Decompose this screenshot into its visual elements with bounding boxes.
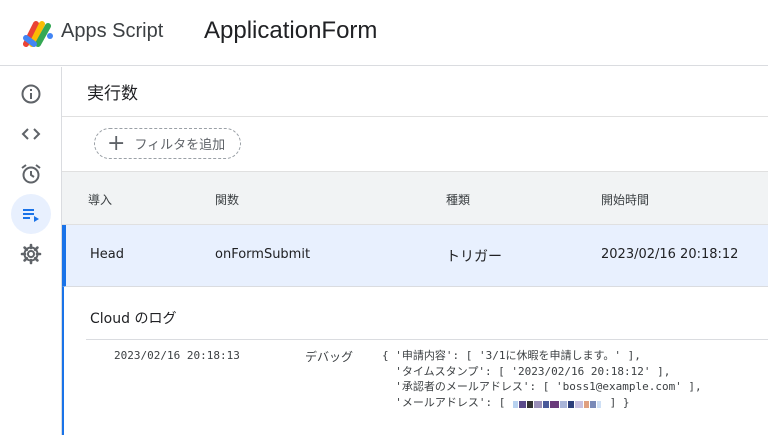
log-line-head: 'メールアドレス': [ [382, 395, 512, 409]
cell-type: トリガー [446, 249, 502, 265]
log-line: { '申請内容': [ '3/1に休暇を申請します。' ], [382, 349, 641, 362]
sidebar-item-overview[interactable] [11, 74, 51, 114]
app-header: Apps Script ApplicationForm [0, 0, 768, 66]
table-row[interactable]: Head onFormSubmit トリガー 2023/02/16 20:18:… [62, 225, 768, 287]
code-icon [21, 128, 41, 140]
log-level: デバッグ [305, 350, 354, 364]
executions-panel: 実行数 + フィルタを追加 導入 関数 種類 開始時間 Head onFormS… [62, 67, 768, 435]
sidebar [0, 67, 62, 435]
cell-deployment: Head [90, 247, 124, 262]
cloud-logs-label: Cloud のログ [90, 311, 177, 327]
log-line-tail: ] } [602, 395, 630, 409]
sidebar-item-settings[interactable] [11, 234, 51, 274]
page-title: 実行数 [87, 84, 138, 104]
sidebar-item-executions[interactable] [11, 194, 51, 234]
column-header-start-time[interactable]: 開始時間 [601, 191, 649, 208]
table-header: 導入 関数 種類 開始時間 [62, 171, 768, 225]
apps-script-logo-icon[interactable] [22, 18, 56, 48]
cell-function: onFormSubmit [215, 247, 311, 262]
log-line: '承認者のメールアドレス': [ 'boss1@example.com' ], [382, 380, 702, 393]
gear-icon [20, 243, 42, 265]
info-icon [21, 84, 41, 104]
app-name[interactable]: Apps Script [61, 20, 163, 43]
executions-list-icon [23, 209, 39, 222]
cell-start-time: 2023/02/16 20:18:12 [601, 247, 739, 262]
log-line: 'メールアドレス': [ ] } [382, 395, 702, 411]
log-line: 'タイムスタンプ': [ '2023/02/16 20:18:12' ], [382, 364, 671, 378]
execution-detail: Cloud のログ 2023/02/16 20:18:13 デバッグ { '申請… [62, 287, 768, 435]
column-header-function[interactable]: 関数 [215, 191, 239, 208]
column-header-deployment[interactable]: 導入 [88, 191, 112, 208]
divider [86, 339, 768, 340]
log-timestamp: 2023/02/16 20:18:13 [114, 349, 240, 362]
plus-icon: + [107, 130, 126, 156]
add-filter-button[interactable]: + フィルタを追加 [94, 128, 241, 159]
add-filter-label: フィルタを追加 [134, 138, 226, 153]
alarm-clock-icon [21, 164, 41, 184]
sidebar-item-editor[interactable] [11, 114, 51, 154]
project-name[interactable]: ApplicationForm [204, 17, 377, 45]
redacted-email-pixelation [512, 397, 602, 409]
divider [62, 116, 768, 117]
log-message[interactable]: { '申請内容': [ '3/1に休暇を申請します。' ], 'タイムスタンプ'… [382, 348, 702, 410]
column-header-type[interactable]: 種類 [446, 191, 470, 208]
sidebar-item-triggers[interactable] [11, 154, 51, 194]
